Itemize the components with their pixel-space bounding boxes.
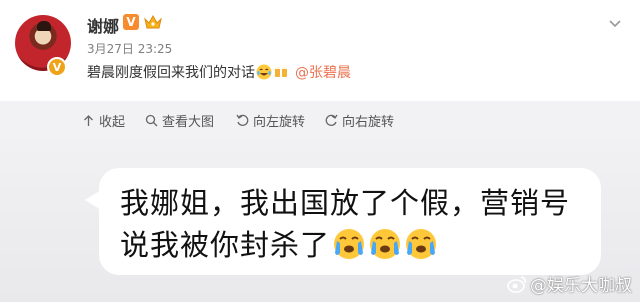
avatar-verified-badge: V xyxy=(47,57,67,77)
chat-line-1: 我娜姐，我出国放了个假，营销号 xyxy=(120,186,571,220)
view-large-button[interactable]: 查看大图 xyxy=(145,111,214,130)
image-watermark: @娱乐大咖叔 xyxy=(507,271,632,296)
zoom-icon xyxy=(145,114,158,127)
crying-emoji xyxy=(334,229,365,259)
rotate-right-icon xyxy=(325,114,338,126)
cheers-emoji xyxy=(275,67,287,77)
rotate-right-button[interactable]: 向右旋转 xyxy=(325,111,394,130)
chat-line-2-text: 说我被你封杀了 xyxy=(120,228,331,262)
collapse-label: 收起 xyxy=(99,115,126,130)
collapse-button[interactable]: 收起 xyxy=(82,111,125,130)
crying-emoji xyxy=(370,229,401,259)
mention-link[interactable]: @张碧晨 xyxy=(295,65,351,81)
laugh-cry-emoji xyxy=(256,64,272,80)
crying-emoji xyxy=(406,229,437,259)
username[interactable]: 谢娜 xyxy=(87,13,119,37)
post-text: 碧晨刚度假回来我们的对话 @张碧晨 xyxy=(87,62,351,82)
watermark-text: @娱乐大咖叔 xyxy=(530,276,632,296)
verified-v-icon: V xyxy=(123,14,139,30)
crown-icon xyxy=(144,14,162,29)
more-chevron-icon[interactable] xyxy=(608,17,622,31)
image-toolbar: 收起 查看大图 向左旋转 向右旋转 xyxy=(0,101,640,138)
chat-line-2: 说我被你封杀了 xyxy=(120,222,438,264)
view-large-label: 查看大图 xyxy=(162,115,215,130)
post-timestamp[interactable]: 3月27日 23:25 xyxy=(87,40,172,57)
rotate-left-button[interactable]: 向左旋转 xyxy=(236,111,305,130)
rotate-left-icon xyxy=(236,114,249,126)
weibo-post-header: V 谢娜 V 3月27日 23:25 碧晨刚度假回来我们的对话 @张碧晨 xyxy=(0,0,640,101)
collapse-icon xyxy=(84,115,93,126)
rotate-left-label: 向左旋转 xyxy=(253,115,306,130)
weibo-logo-icon xyxy=(507,275,526,293)
rotate-right-label: 向右旋转 xyxy=(342,115,395,130)
post-body: 碧晨刚度假回来我们的对话 xyxy=(87,65,255,81)
